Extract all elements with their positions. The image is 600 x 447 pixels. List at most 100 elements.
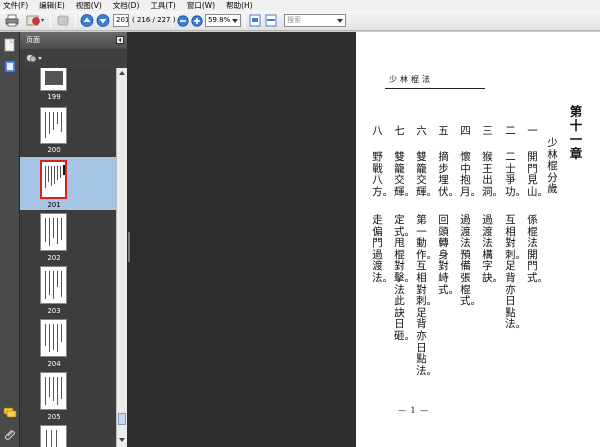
- item-name: 猴王出洞。: [482, 151, 503, 198]
- page-thumbnail: [40, 68, 67, 91]
- thumbnail-label: 203: [47, 307, 61, 315]
- chapter-title: 第十一章: [569, 104, 583, 161]
- comments-icon[interactable]: [3, 407, 17, 419]
- item-description: 過渡法預備張棍式。: [460, 214, 481, 308]
- back-button[interactable]: [55, 13, 71, 28]
- item-name: 摘步埋伏。: [438, 151, 459, 198]
- pages-icon[interactable]: [4, 38, 16, 52]
- toolbar: 201 ( 216 / 227 ) 59.8% 搜索: [0, 11, 600, 31]
- page-thumbnail: [40, 160, 67, 199]
- menu-window[interactable]: 窗口(W): [187, 0, 215, 11]
- thumbnail-label: 201: [47, 201, 61, 209]
- item-number: 五: [438, 125, 449, 137]
- item-number: 三: [482, 125, 493, 137]
- attachment-icon[interactable]: [3, 428, 17, 441]
- arrow-up-icon: [80, 14, 94, 27]
- menu-document[interactable]: 文档(D): [113, 0, 140, 11]
- page-thumbnail: [40, 319, 67, 357]
- page-thumbnail: [40, 107, 67, 144]
- thumbnail-201[interactable]: 201: [20, 157, 116, 210]
- menu-edit[interactable]: 编辑(E): [39, 0, 65, 11]
- scrollbar-thumb[interactable]: [118, 413, 126, 425]
- page-footer: — 1 —: [398, 406, 430, 415]
- item-number: 七: [394, 125, 405, 137]
- navigation-strip: [0, 32, 20, 447]
- item-description: 過渡法構字訣。: [482, 214, 503, 284]
- bookmarks-icon[interactable]: [4, 60, 16, 73]
- item-name: 開門見山。: [527, 151, 548, 198]
- item-number: 一: [527, 125, 538, 137]
- thumbnail-203[interactable]: 203: [20, 263, 116, 316]
- header-rule: [385, 88, 485, 89]
- pages-panel-header: 页面: [20, 32, 127, 49]
- chevron-left-icon: [118, 38, 121, 42]
- scroll-down-icon[interactable]: [118, 436, 126, 445]
- menu-view[interactable]: 视图(V): [76, 0, 102, 11]
- item-name: 雙籠交輝。: [394, 151, 415, 198]
- thumbnail-206[interactable]: [20, 422, 116, 447]
- options-icon[interactable]: [26, 53, 44, 64]
- document-canvas[interactable]: [131, 32, 356, 447]
- panel-title: 页面: [26, 36, 40, 44]
- zoom-in-button[interactable]: [190, 13, 203, 28]
- chevron-down-icon: [232, 19, 238, 23]
- fit-page-icon: [249, 14, 261, 27]
- pages-panel: 页面 199 200 201 202 203 204 205: [20, 32, 127, 447]
- subtitle: 少林棍分歲: [547, 137, 558, 196]
- fit-width-button[interactable]: [264, 13, 278, 28]
- zoom-select[interactable]: 59.8%: [205, 14, 241, 27]
- item-name: 二士爭功。: [505, 151, 526, 198]
- item-name: 雙籠交輝。: [416, 151, 437, 198]
- document-page[interactable]: 少林棍法 第十一章 少林棍分歲 一 開門見山。 係棍法開門式。 二 二士爭功。 …: [356, 32, 600, 447]
- gear-disabled-icon: [57, 15, 69, 26]
- thumbnail-label: 204: [47, 360, 61, 368]
- item-name: 野戰八方。: [372, 151, 393, 198]
- item-description: 定式。甩棍對擊。法此訣日砸。: [394, 214, 415, 342]
- print-button[interactable]: [4, 13, 20, 28]
- running-header: 少林棍法: [389, 75, 433, 84]
- panel-menu-button[interactable]: [116, 36, 124, 44]
- item-description: 係棍法開門式。: [527, 214, 548, 284]
- page-count: ( 216 / 227 ): [132, 16, 176, 24]
- thumbnail-scrollbar[interactable]: [116, 68, 127, 447]
- mail-attach-icon: [26, 15, 44, 26]
- minus-icon: [176, 14, 189, 27]
- zoom-value: 59.8%: [208, 16, 231, 24]
- thumbnail-label: 199: [47, 93, 61, 101]
- page-thumbnail: [40, 213, 67, 251]
- page-thumbnail: [40, 266, 67, 304]
- item-description: 互相對刺。足背亦日點法。: [505, 214, 526, 331]
- thumbnail-202[interactable]: 202: [20, 210, 116, 263]
- menu-help[interactable]: 帮助(H): [226, 0, 253, 11]
- item-description: 走偏門過渡法。: [372, 214, 393, 284]
- search-input[interactable]: 搜索: [284, 14, 346, 27]
- fit-page-button[interactable]: [248, 13, 262, 28]
- menu-file[interactable]: 文件(F): [3, 0, 28, 11]
- panel-toolbar: [20, 49, 127, 68]
- printer-icon: [5, 14, 19, 27]
- page-thumbnail: [40, 372, 67, 410]
- chevron-down-icon: [337, 19, 343, 23]
- next-page-button[interactable]: [95, 13, 111, 28]
- thumbnail-205[interactable]: 205: [20, 369, 116, 422]
- previous-page-button[interactable]: [79, 13, 95, 28]
- thumbnail-label: 200: [47, 146, 61, 154]
- scroll-up-icon[interactable]: [118, 69, 126, 78]
- page-number-input[interactable]: 201: [113, 14, 129, 27]
- thumbnail-list[interactable]: 199 200 201 202 203 204 205: [20, 68, 116, 447]
- thumbnail-199[interactable]: 199: [20, 68, 116, 104]
- item-name: 懷中抱月。: [460, 151, 481, 198]
- share-button[interactable]: [25, 13, 47, 28]
- zoom-out-button[interactable]: [176, 13, 189, 28]
- fit-width-icon: [265, 14, 277, 27]
- item-description: 第一動作。互相對刺。足背亦日點法。: [416, 214, 437, 377]
- plus-icon: [190, 14, 203, 27]
- thumbnail-200[interactable]: 200: [20, 104, 116, 157]
- page-thumbnail: [40, 425, 67, 447]
- thumbnail-label: 202: [47, 254, 61, 262]
- menu-tools[interactable]: 工具(T): [150, 0, 175, 11]
- thumbnail-label: 205: [47, 413, 61, 421]
- item-number: 二: [505, 125, 516, 137]
- item-number: 八: [372, 125, 383, 137]
- thumbnail-204[interactable]: 204: [20, 316, 116, 369]
